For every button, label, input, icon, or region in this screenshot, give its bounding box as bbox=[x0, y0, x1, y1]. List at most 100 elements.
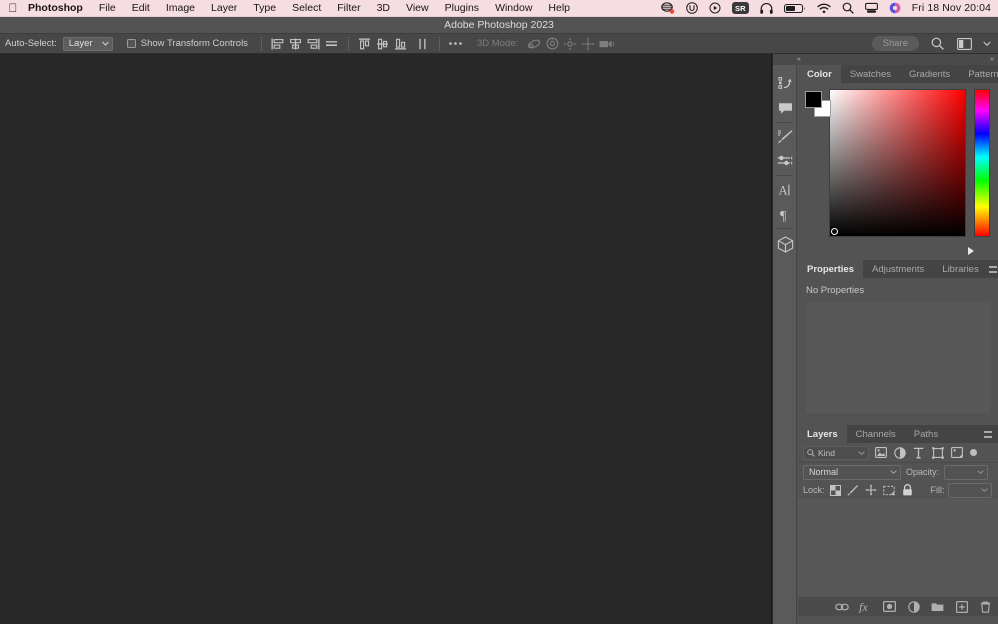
menu-item-filter[interactable]: Filter bbox=[329, 0, 368, 17]
filter-shape-layers-icon[interactable] bbox=[930, 445, 945, 460]
lock-artboard-nesting-icon[interactable] bbox=[882, 483, 897, 498]
layer-filter-kind-dropdown[interactable]: Kind bbox=[803, 446, 869, 460]
filter-type-layers-icon[interactable] bbox=[911, 445, 926, 460]
align-left-edges-icon[interactable] bbox=[269, 36, 287, 52]
brush-settings-icon[interactable] bbox=[773, 124, 797, 149]
distribute-bottom-edges-icon[interactable] bbox=[392, 36, 410, 52]
delete-layer-icon[interactable] bbox=[978, 599, 993, 614]
filter-smart-objects-icon[interactable] bbox=[949, 445, 964, 460]
add-layer-mask-icon[interactable] bbox=[882, 599, 897, 614]
control-center-icon[interactable] bbox=[889, 2, 901, 14]
new-layer-icon[interactable] bbox=[954, 599, 969, 614]
tab-patterns[interactable]: Patterns bbox=[959, 65, 998, 83]
lock-transparent-pixels-icon[interactable] bbox=[828, 483, 843, 498]
menu-bar-clock[interactable]: Fri 18 Nov 20:04 bbox=[912, 2, 991, 14]
align-horizontal-centers-icon[interactable] bbox=[287, 36, 305, 52]
new-adjustment-layer-icon[interactable] bbox=[906, 599, 921, 614]
menu-item-plugins[interactable]: Plugins bbox=[437, 0, 487, 17]
auto-select-dropdown[interactable]: Layer bbox=[63, 37, 113, 51]
orbit-3d-icon[interactable] bbox=[525, 36, 543, 52]
tab-libraries[interactable]: Libraries bbox=[933, 260, 987, 278]
filter-adjustment-layers-icon[interactable] bbox=[892, 445, 907, 460]
brush-presets-icon[interactable] bbox=[773, 149, 797, 174]
battery-icon[interactable] bbox=[784, 3, 806, 14]
media-play-icon[interactable] bbox=[709, 2, 721, 14]
tab-properties[interactable]: Properties bbox=[798, 260, 863, 278]
menu-item-file[interactable]: File bbox=[91, 0, 124, 17]
camera-3d-icon[interactable] bbox=[597, 36, 617, 52]
lock-image-pixels-icon[interactable] bbox=[846, 483, 861, 498]
lock-all-icon[interactable] bbox=[900, 483, 915, 498]
menu-item-layer[interactable]: Layer bbox=[203, 0, 245, 17]
3d-cube-icon[interactable] bbox=[773, 230, 797, 258]
layers-list[interactable] bbox=[798, 499, 998, 597]
collapse-panels-icon[interactable]: « bbox=[797, 56, 801, 63]
color-field-marker[interactable] bbox=[831, 228, 838, 235]
more-options-icon[interactable] bbox=[447, 36, 465, 52]
history-icon[interactable] bbox=[773, 71, 797, 96]
menu-item-3d[interactable]: 3D bbox=[369, 0, 398, 17]
tab-layers[interactable]: Layers bbox=[798, 425, 847, 443]
wifi-icon[interactable] bbox=[817, 3, 831, 14]
roll-3d-icon[interactable] bbox=[543, 36, 561, 52]
panel-menu-icon[interactable] bbox=[978, 425, 998, 443]
document-canvas-area[interactable] bbox=[0, 54, 772, 624]
screen-record-badge-icon[interactable]: SR bbox=[732, 2, 749, 14]
panel-menu-icon[interactable] bbox=[988, 260, 998, 278]
menu-item-window[interactable]: Window bbox=[487, 0, 540, 17]
filter-pixel-layers-icon[interactable] bbox=[873, 445, 888, 460]
tab-gradients[interactable]: Gradients bbox=[900, 65, 959, 83]
color-field-picker[interactable] bbox=[829, 89, 966, 237]
apple-logo-icon[interactable]:  bbox=[0, 2, 26, 14]
tab-paths[interactable]: Paths bbox=[905, 425, 947, 443]
comments-icon[interactable] bbox=[773, 96, 797, 121]
menu-item-image[interactable]: Image bbox=[158, 0, 203, 17]
screen-recording-icon[interactable] bbox=[661, 2, 675, 14]
align-right-edges-icon[interactable] bbox=[305, 36, 323, 52]
spotlight-search-icon[interactable] bbox=[842, 2, 854, 14]
menu-item-type[interactable]: Type bbox=[245, 0, 284, 17]
workspace-switcher-icon[interactable] bbox=[955, 36, 973, 52]
character-icon[interactable]: A bbox=[773, 177, 797, 202]
tab-swatches[interactable]: Swatches bbox=[841, 65, 900, 83]
pan-3d-icon[interactable] bbox=[561, 36, 579, 52]
layer-style-fx-icon[interactable]: fx bbox=[858, 599, 873, 614]
chevron-down-icon bbox=[858, 451, 865, 455]
airplay-icon[interactable] bbox=[865, 2, 878, 14]
filter-toggle-icon[interactable] bbox=[970, 449, 977, 456]
link-layers-icon[interactable] bbox=[834, 599, 849, 614]
macos-menu-bar:  Photoshop File Edit Image Layer Type S… bbox=[0, 0, 998, 17]
share-button[interactable]: Share bbox=[872, 36, 919, 51]
hue-slider[interactable] bbox=[974, 89, 990, 237]
hue-slider-marker[interactable] bbox=[968, 247, 974, 255]
tab-channels[interactable]: Channels bbox=[847, 425, 905, 443]
slide-3d-icon[interactable] bbox=[579, 36, 597, 52]
blend-mode-dropdown[interactable]: Normal bbox=[803, 465, 901, 480]
lock-position-icon[interactable] bbox=[864, 483, 879, 498]
headphones-icon[interactable] bbox=[760, 3, 773, 14]
paragraph-icon[interactable]: ¶ bbox=[773, 202, 797, 227]
foreground-color-swatch[interactable] bbox=[805, 91, 822, 108]
menu-item-photoshop[interactable]: Photoshop bbox=[26, 0, 91, 17]
new-group-icon[interactable] bbox=[930, 599, 945, 614]
fill-input[interactable] bbox=[948, 483, 992, 498]
tab-color[interactable]: Color bbox=[798, 65, 841, 83]
menu-item-select[interactable]: Select bbox=[284, 0, 329, 17]
chevron-down-icon[interactable] bbox=[982, 36, 992, 52]
menu-item-edit[interactable]: Edit bbox=[124, 0, 158, 17]
distribute-top-edges-icon[interactable] bbox=[356, 36, 374, 52]
show-transform-controls-checkbox[interactable] bbox=[127, 39, 136, 48]
distribute-vertical-centers-icon[interactable] bbox=[374, 36, 392, 52]
app-title-bar: Adobe Photoshop 2023 bbox=[0, 17, 998, 34]
align-top-edges-icon[interactable] bbox=[323, 36, 341, 52]
chevron-down-icon bbox=[977, 470, 984, 474]
properties-panel: Properties Adjustments Libraries No Prop… bbox=[798, 260, 998, 423]
tab-adjustments[interactable]: Adjustments bbox=[863, 260, 933, 278]
search-icon[interactable] bbox=[928, 36, 946, 52]
menu-item-help[interactable]: Help bbox=[540, 0, 578, 17]
vpn-icon[interactable] bbox=[686, 2, 698, 14]
distribute-horizontal-centers-icon[interactable] bbox=[414, 36, 432, 52]
menu-item-view[interactable]: View bbox=[398, 0, 437, 17]
opacity-input[interactable] bbox=[944, 465, 988, 480]
expand-panels-icon[interactable]: » bbox=[990, 56, 994, 63]
